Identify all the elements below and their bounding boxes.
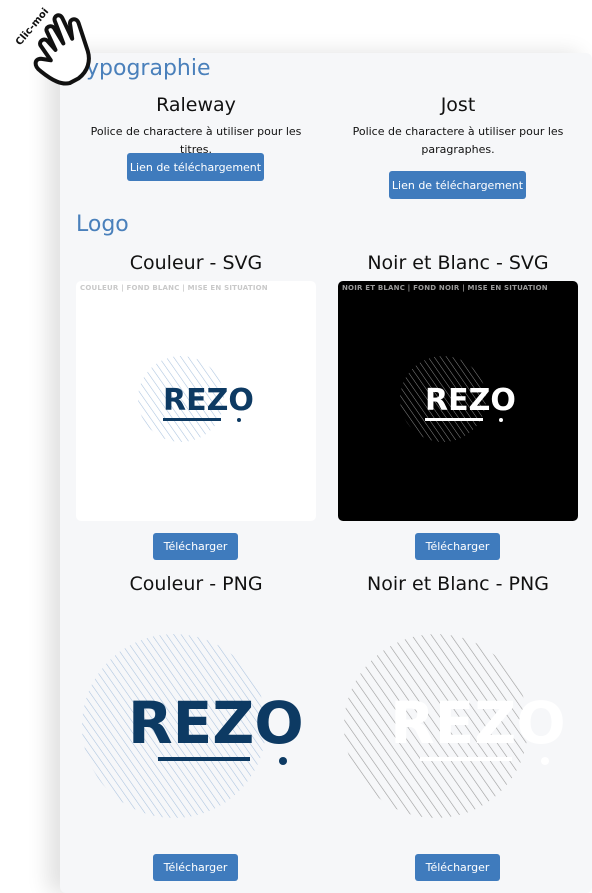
svg-text:REZO: REZO (163, 383, 254, 418)
pointing-hand-icon: Clic-moi (14, 6, 91, 86)
download-png-bw-button[interactable]: Télécharger (415, 854, 500, 881)
click-me-cursor[interactable]: Clic-moi (4, 0, 114, 100)
download-svg-bw-button[interactable]: Télécharger (415, 533, 500, 560)
logo-png-color-title: Couleur - PNG (129, 573, 263, 595)
rezo-logo-color-icon: REZO (138, 356, 254, 442)
rezo-logo-png-color-icon: REZO (82, 634, 304, 818)
logo-svg-bw-title: Noir et Blanc - SVG (367, 252, 549, 274)
svg-text:REZO: REZO (390, 689, 566, 757)
svg-text:REZO: REZO (425, 383, 516, 418)
logo-png-bw-preview: REZO (338, 600, 578, 840)
logo-png-bw-title: Noir et Blanc - PNG (367, 573, 549, 595)
download-png-color-button[interactable]: Télécharger (153, 854, 238, 881)
font-description-jost: Police de charactere à utiliser pour les… (352, 125, 564, 156)
font-name-jost: Jost (440, 94, 476, 116)
rezo-logo-png-bw-icon: REZO (344, 634, 566, 818)
rezo-logo-bw-icon: REZO (400, 356, 516, 442)
raleway-download-link[interactable]: Lien de téléchargement (127, 153, 264, 181)
logo-png-color-preview: REZO (76, 600, 316, 840)
svg-text:REZO: REZO (128, 689, 304, 757)
logo-title: Logo (76, 212, 129, 237)
logo-svg-color-title: Couleur - SVG (129, 252, 263, 274)
jost-download-link[interactable]: Lien de téléchargement (389, 171, 526, 199)
logo-svg-bw-preview: NOIR ET BLANC | FOND NOIR | MISE EN SITU… (338, 281, 578, 521)
download-svg-color-button[interactable]: Télécharger (153, 533, 238, 560)
logo-svg-color-preview: COULEUR | FOND BLANC | MISE EN SITUATION… (76, 281, 316, 521)
